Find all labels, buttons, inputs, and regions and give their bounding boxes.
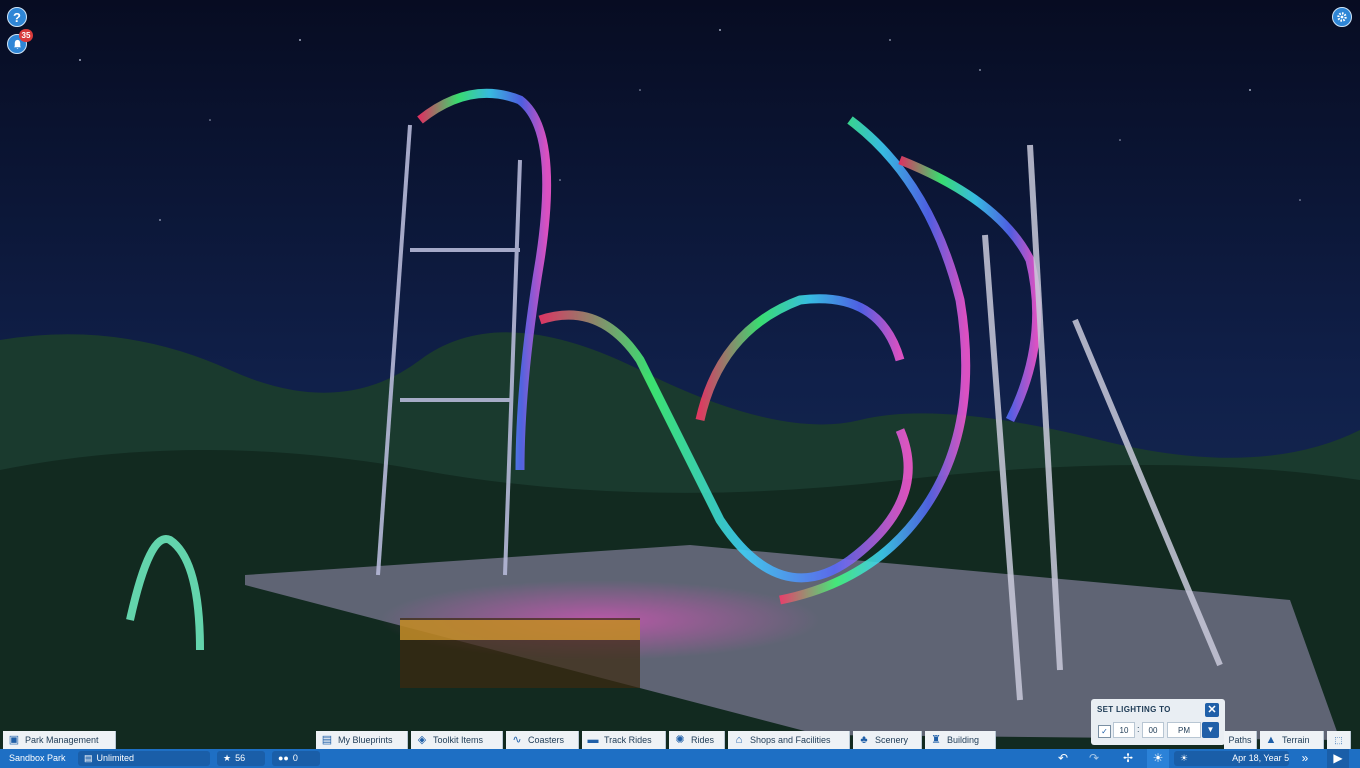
shops-facilities-button[interactable]: ⌂ Shops and Facilities <box>728 731 850 749</box>
blueprint-icon: ▤ <box>321 734 333 746</box>
terrain-label: Terrain <box>1282 735 1310 745</box>
mountain-icon: ▲ <box>1265 734 1277 746</box>
scenery-label: Scenery <box>875 735 909 745</box>
paths-button[interactable]: Paths <box>1224 731 1257 749</box>
undo-icon[interactable]: ↶ <box>1052 749 1074 768</box>
sun-icon: ☀ <box>1180 753 1189 763</box>
my-blueprints-label: My Blueprints <box>338 735 393 745</box>
train-icon: ▬ <box>587 734 599 746</box>
scenery-button[interactable]: ♣ Scenery <box>853 731 922 749</box>
toolkit-items-button[interactable]: ◈ Toolkit Items <box>411 731 503 749</box>
coasters-label: Coasters <box>528 735 565 745</box>
paths-label: Paths <box>1228 735 1252 745</box>
selection-icon: ⬚ <box>1334 735 1343 745</box>
status-bar: Sandbox Park ▤ Unlimited ★ 56 ●● 0 ↶ ↷ ✢ ☀ … <box>0 749 1360 768</box>
park-rating[interactable]: ★ 56 <box>217 751 265 766</box>
lighting-popup-title: SET LIGHTING TO <box>1097 705 1171 714</box>
fast-forward-icon[interactable]: » <box>1294 749 1316 768</box>
money-icon: ▤ <box>84 753 93 763</box>
park-management-label: Park Management <box>25 735 99 745</box>
select-tool-button[interactable]: ⬚ <box>1327 731 1351 749</box>
rides-button[interactable]: ✺ Rides <box>669 731 725 749</box>
play-icon[interactable]: ▶ <box>1327 749 1349 768</box>
money-value: Unlimited <box>96 753 135 763</box>
tree-icon: ♣ <box>860 734 868 746</box>
track-rides-label: Track Rides <box>604 735 652 745</box>
rides-label: Rides <box>691 735 715 745</box>
build-toolbar: ▣ Park Management ▤ My Blueprints ◈ Tool… <box>0 731 1360 749</box>
park-money[interactable]: ▤ Unlimited <box>78 751 210 766</box>
gear-icon[interactable] <box>1332 7 1352 27</box>
building-button[interactable]: ♜ Building <box>925 731 996 749</box>
redo-icon[interactable]: ↷ <box>1083 749 1105 768</box>
cube-icon: ◈ <box>417 734 427 746</box>
terrain-button[interactable]: ▲ Terrain <box>1260 731 1324 749</box>
shops-facilities-label: Shops and Facilities <box>750 735 831 745</box>
ferris-wheel-icon: ✺ <box>675 734 685 746</box>
tools-icon[interactable]: ✢ <box>1117 749 1139 768</box>
park-management-button[interactable]: ▣ Park Management <box>3 731 116 749</box>
park-date[interactable]: ☀ Apr 18, Year 5 <box>1174 751 1289 766</box>
day-night-icon[interactable]: ☀ <box>1147 749 1169 768</box>
building-icon: ▣ <box>8 734 20 746</box>
guest-count[interactable]: ●● 0 <box>272 751 320 766</box>
castle-icon: ♜ <box>931 734 941 746</box>
track-rides-button[interactable]: ▬ Track Rides <box>582 731 666 749</box>
game-viewport[interactable] <box>0 0 1360 768</box>
guests-value: 0 <box>292 753 298 763</box>
gear-glyph-icon <box>1337 12 1347 22</box>
park-name[interactable]: Sandbox Park <box>9 751 66 766</box>
date-value: Apr 18, Year 5 <box>1232 753 1290 763</box>
coasters-button[interactable]: ∿ Coasters <box>506 731 579 749</box>
star-icon: ★ <box>223 753 232 763</box>
help-icon[interactable]: ? <box>7 7 27 27</box>
shop-icon: ⌂ <box>735 734 743 746</box>
close-icon[interactable]: ✕ <box>1205 703 1219 717</box>
coaster-icon: ∿ <box>512 734 522 746</box>
notification-count-badge: 35 <box>19 29 33 42</box>
my-blueprints-button[interactable]: ▤ My Blueprints <box>316 731 408 749</box>
rating-value: 56 <box>235 753 246 763</box>
guests-icon: ●● <box>278 753 289 763</box>
toolkit-items-label: Toolkit Items <box>433 735 484 745</box>
building-label: Building <box>947 735 980 745</box>
